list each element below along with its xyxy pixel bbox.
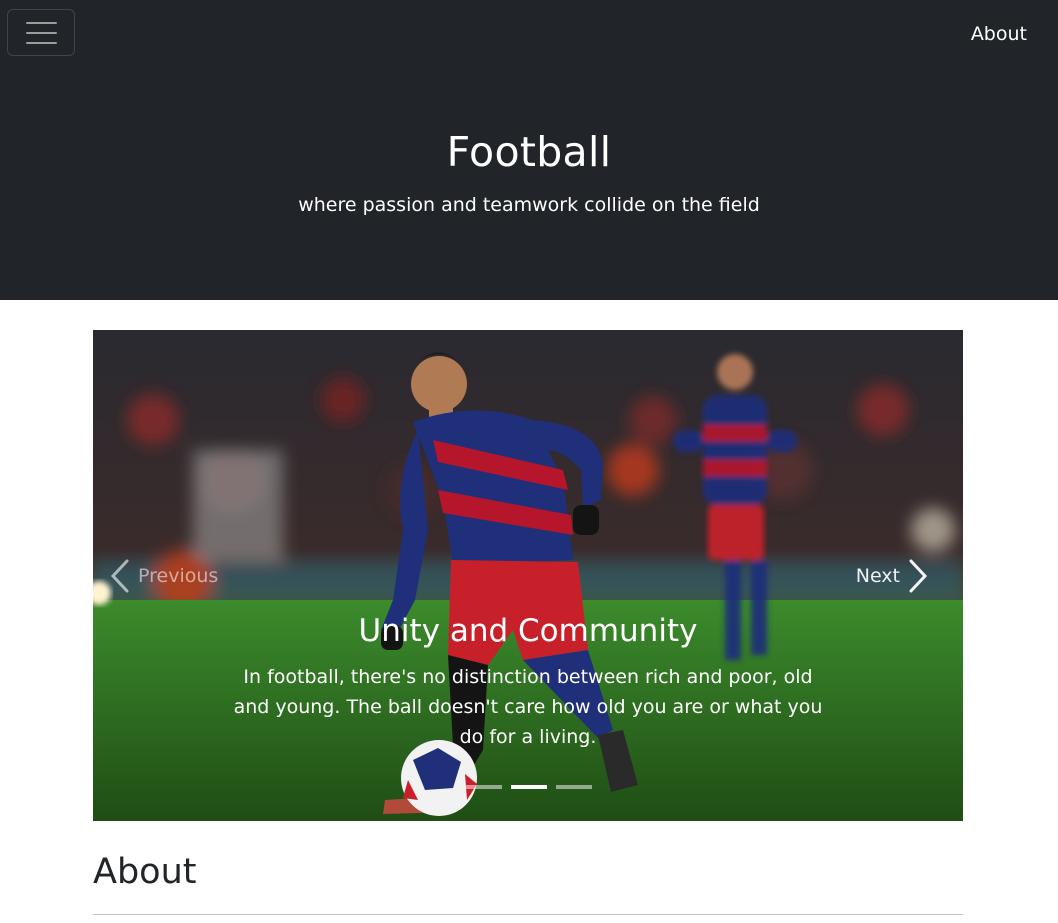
chevron-left-icon — [110, 559, 129, 593]
carousel-next-button[interactable]: Next — [856, 556, 928, 596]
carousel-indicator-2[interactable] — [511, 785, 547, 789]
page-subtitle: where passion and teamwork collide on th… — [298, 194, 760, 216]
about-section-heading: About — [93, 852, 197, 892]
section-divider — [93, 914, 963, 915]
carousel-caption-title: Unity and Community — [358, 613, 698, 649]
carousel-next-label: Next — [855, 565, 900, 587]
hamburger-menu-icon — [25, 41, 57, 44]
nav-link-about[interactable]: About — [971, 23, 1027, 45]
carousel-previous-button[interactable]: Previous — [110, 556, 218, 596]
carousel-caption-text: In football, there's no distinction betw… — [233, 666, 823, 748]
hamburger-menu-icon — [25, 21, 57, 24]
site-header: About Football where passion and teamwor… — [0, 0, 1058, 300]
page-title: Football — [446, 128, 612, 176]
navbar-toggler-button[interactable] — [7, 9, 75, 56]
chevron-right-icon — [909, 559, 928, 593]
carousel-indicators — [466, 785, 592, 789]
carousel-previous-label: Previous — [138, 565, 219, 587]
hamburger-menu-icon — [25, 31, 57, 34]
carousel-indicator-3[interactable] — [556, 785, 592, 789]
carousel-indicator-1[interactable] — [466, 785, 502, 789]
